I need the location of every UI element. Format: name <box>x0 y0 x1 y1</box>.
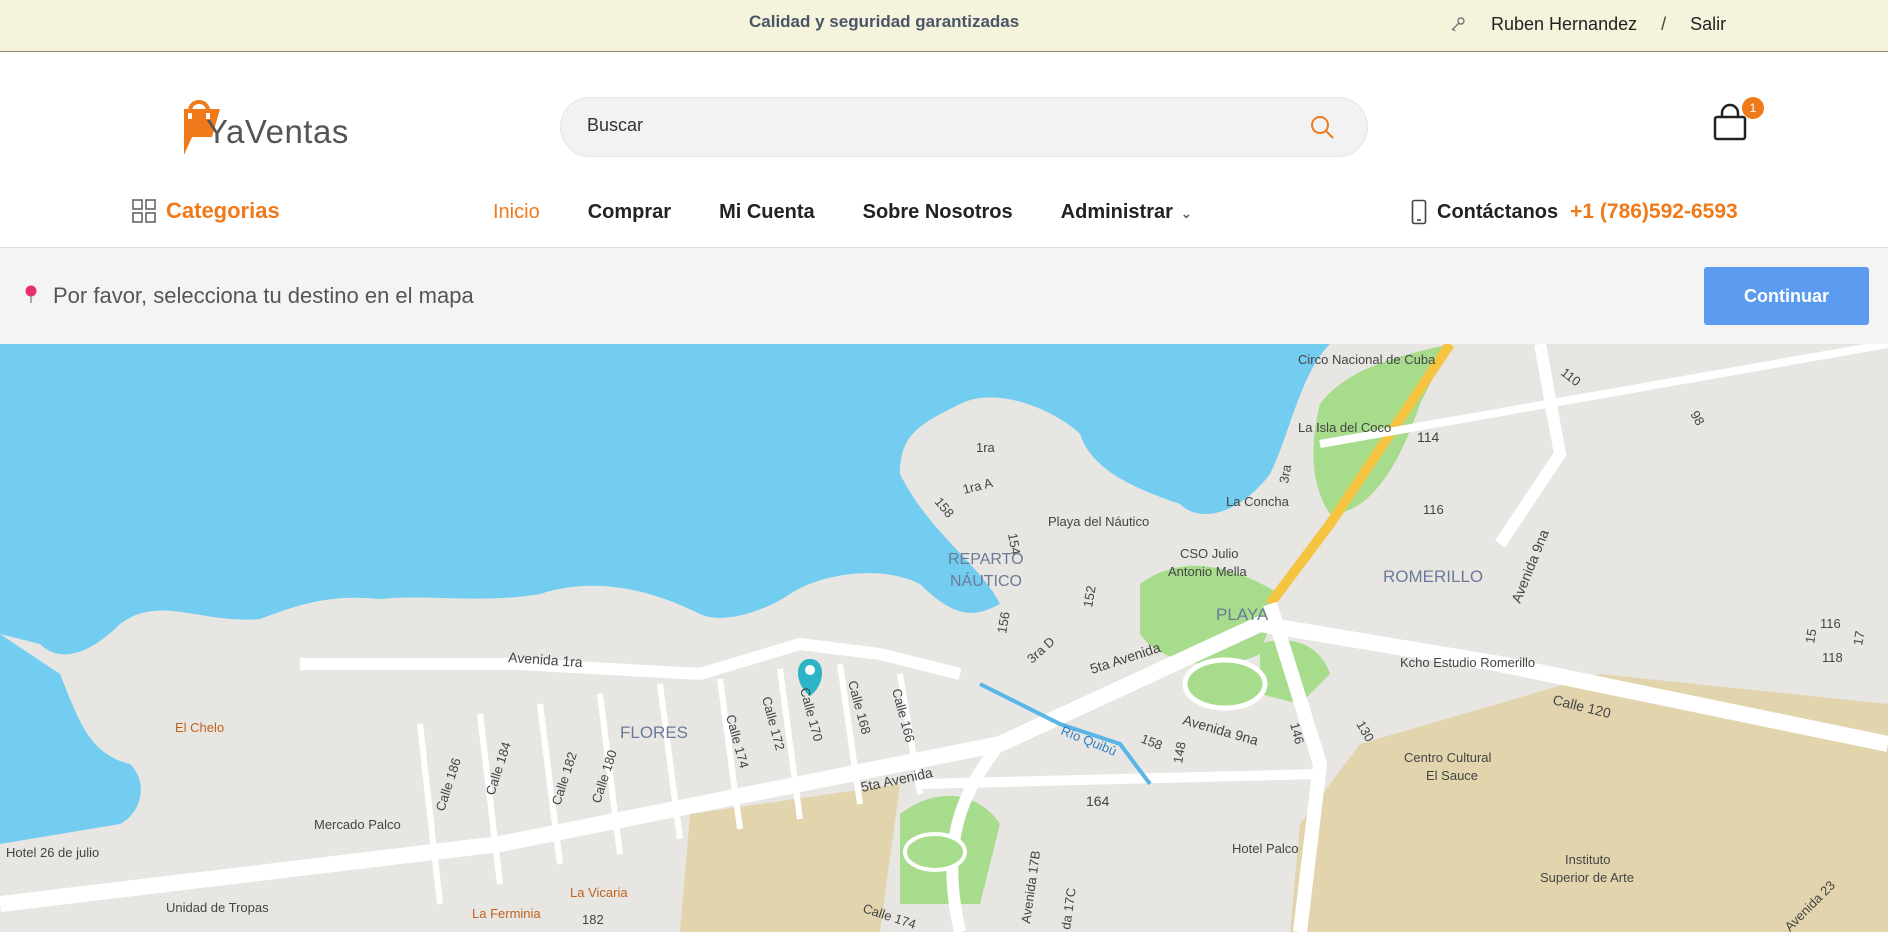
cart-button[interactable]: 1 <box>1712 97 1764 143</box>
label-avenida-17b: Avenida 17B <box>1018 850 1043 925</box>
nav-item-administrar-label: Administrar <box>1060 201 1173 223</box>
search-input[interactable]: Buscar <box>587 115 643 136</box>
label-148: 148 <box>1170 741 1189 765</box>
label-15: 15 <box>1802 628 1819 645</box>
nav-item-mi-cuenta[interactable]: Mi Cuenta <box>719 201 815 224</box>
small-track <box>903 832 967 872</box>
sea <box>0 344 1330 655</box>
label-centro-1: Centro Cultural <box>1404 750 1492 765</box>
logout-link[interactable]: Salir <box>1690 14 1726 35</box>
menu: Inicio Comprar Mi Cuenta Sobre Nosotros … <box>493 201 1240 224</box>
road-1ra <box>300 637 962 681</box>
label-156: 156 <box>994 611 1013 635</box>
nav-item-comprar[interactable]: Comprar <box>588 201 671 224</box>
map[interactable]: Circo Nacional de Cuba La Isla del Coco … <box>0 344 1888 932</box>
label-flores: FLORES <box>620 723 688 742</box>
brand-name: YaVentas <box>206 113 349 150</box>
label-17c: da 17C <box>1058 887 1079 931</box>
label-instituto-1: Instituto <box>1565 852 1611 867</box>
main-nav: Categorias Inicio Comprar Mi Cuenta Sobr… <box>0 193 1888 233</box>
label-110: 110 <box>1558 365 1584 390</box>
header: YaVentas Buscar 1 Categorias Inicio Comp… <box>0 53 1888 248</box>
label-vicaria: La Vicaria <box>570 885 628 900</box>
label-unidad: Unidad de Tropas <box>166 900 269 915</box>
label-158b: 158 <box>932 494 957 520</box>
sea-west <box>0 634 141 844</box>
road-9na <box>1495 344 1567 548</box>
label-calle-166: Calle 166 <box>889 687 918 744</box>
label-152: 152 <box>1080 585 1099 609</box>
stadium-track <box>1182 657 1268 711</box>
label-playa-nautico: Playa del Náutico <box>1048 514 1149 529</box>
tagline: Calidad y seguridad garantizadas <box>749 12 1020 31</box>
label-isla: La Isla del Coco <box>1298 420 1391 435</box>
label-114: 114 <box>1417 429 1440 445</box>
key-icon <box>1451 16 1465 31</box>
search-box[interactable]: Buscar <box>560 97 1368 157</box>
contact-label: Contáctanos <box>1437 200 1559 223</box>
destination-message: Por favor, selecciona tu destino en el m… <box>53 283 474 308</box>
label-3ra: 3ra <box>1276 463 1294 485</box>
label-centro-2: El Sauce <box>1426 768 1478 783</box>
destination-bar: Por favor, selecciona tu destino en el m… <box>0 248 1888 344</box>
user-name-link[interactable]: Ruben Hernandez <box>1491 14 1637 35</box>
label-avenida-9na: Avenida 9na <box>1181 712 1260 749</box>
grid-icon <box>132 199 156 223</box>
label-182: 182 <box>582 912 604 927</box>
label-reparto-2: NÁUTICO <box>950 571 1022 590</box>
label-concha: La Concha <box>1226 494 1290 509</box>
label-116b: 116 <box>1820 616 1841 631</box>
label-avenida-9na-2: Avenida 9na <box>1508 527 1552 605</box>
label-playa: PLAYA <box>1216 605 1269 624</box>
nav-item-inicio[interactable]: Inicio <box>493 201 540 224</box>
nav-item-administrar[interactable]: Administrar ⌄ <box>1061 201 1192 224</box>
label-hotel-palco: Hotel Palco <box>1232 841 1298 856</box>
label-17: 17 <box>1850 630 1867 647</box>
categories-label: Categorias <box>166 198 280 223</box>
brand-logo[interactable]: YaVentas <box>178 91 368 157</box>
label-1ra: 1ra <box>976 440 996 455</box>
label-fermina: La Ferminia <box>472 906 541 921</box>
label-mercado: Mercado Palco <box>314 817 401 832</box>
nav-item-sobre-nosotros[interactable]: Sobre Nosotros <box>863 201 1013 224</box>
label-chelo: El Chelo <box>175 720 224 735</box>
label-98: 98 <box>1687 408 1707 428</box>
categories-button[interactable]: Categorias <box>132 198 280 224</box>
phone-icon <box>1411 199 1427 225</box>
separator: / <box>1661 14 1667 34</box>
contact: Contáctanos +1 (786)592-6593 <box>1411 199 1738 225</box>
label-cso-1: CSO Julio <box>1180 546 1239 561</box>
map-canvas[interactable]: Circo Nacional de Cuba La Isla del Coco … <box>0 344 1888 932</box>
map-pin-icon <box>25 285 37 303</box>
label-164: 164 <box>1086 793 1110 809</box>
cart-count-badge: 1 <box>1742 97 1764 119</box>
label-158: 158 <box>1139 731 1165 753</box>
label-hotel26: Hotel 26 de julio <box>6 845 99 860</box>
continue-button[interactable]: Continuar <box>1704 267 1869 325</box>
label-calle-186: Calle 186 <box>433 756 464 813</box>
label-circo: Circo Nacional de Cuba <box>1298 352 1436 367</box>
label-3ra-d: 3ra D <box>1024 634 1058 666</box>
chevron-down-icon: ⌄ <box>1180 206 1192 221</box>
label-romerillo: ROMERILLO <box>1383 567 1483 586</box>
label-instituto-2: Superior de Arte <box>1540 870 1634 885</box>
label-118: 118 <box>1822 650 1843 665</box>
label-1ra-a: 1ra A <box>961 475 994 497</box>
label-kcho: Kcho Estudio Romerillo <box>1400 655 1535 670</box>
label-calle-170: Calle 170 <box>797 686 826 743</box>
label-calle-182: Calle 182 <box>549 750 580 807</box>
search-icon[interactable] <box>1309 114 1335 140</box>
contact-phone[interactable]: +1 (786)592-6593 <box>1570 200 1738 224</box>
label-116: 116 <box>1423 502 1444 517</box>
label-cso-2: Antonio Mella <box>1168 564 1248 579</box>
user-area: Ruben Hernandez / Salir <box>1448 14 1726 35</box>
label-rio: Río Quibú <box>1059 723 1119 759</box>
top-bar: Calidad y seguridad garantizadas Ruben H… <box>0 0 1888 52</box>
